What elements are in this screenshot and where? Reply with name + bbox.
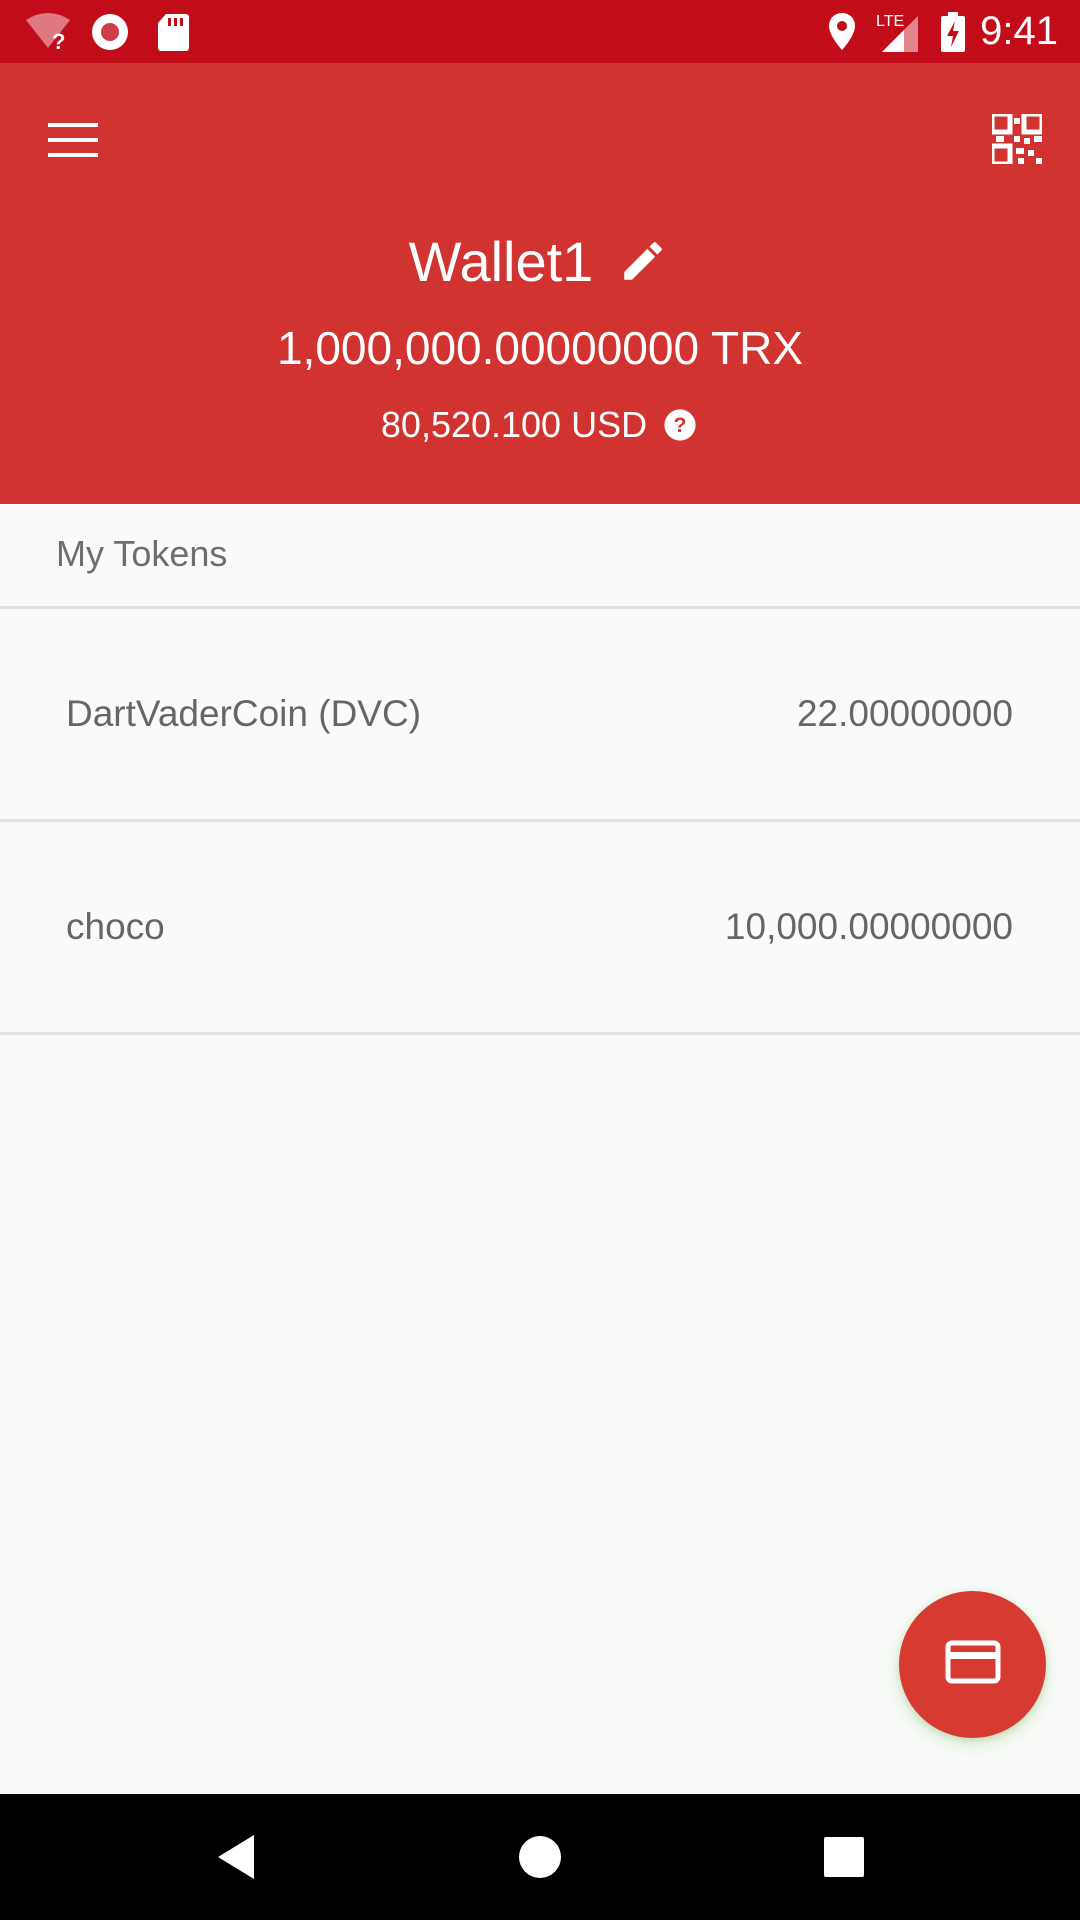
record-icon — [90, 0, 130, 63]
system-nav-bar — [0, 1794, 1080, 1920]
home-button[interactable] — [490, 1794, 590, 1920]
wallet-name: Wallet1 — [408, 229, 594, 293]
status-time: 9:41 — [980, 9, 1058, 53]
location-icon — [828, 0, 856, 63]
recents-button[interactable] — [794, 1794, 894, 1920]
recents-icon — [824, 1837, 864, 1877]
card-fab-button[interactable] — [899, 1591, 1046, 1738]
back-icon — [218, 1835, 254, 1879]
divider — [0, 1032, 1080, 1035]
edit-wallet-name-button[interactable] — [615, 233, 671, 289]
my-tokens-label: My Tokens — [56, 533, 228, 574]
usd-balance-row: 80,520.100 USD ? — [0, 400, 1080, 450]
sd-card-icon — [156, 0, 190, 63]
token-name: choco — [66, 906, 165, 947]
wallet-screen: ? LTE 9:41 Wallet1 1,000,000.00000000 TR… — [0, 0, 1080, 1920]
back-button[interactable] — [186, 1794, 286, 1920]
token-row[interactable]: choco 10,000.00000000 — [0, 822, 1080, 1032]
qr-code-button[interactable] — [984, 108, 1050, 174]
card-icon — [945, 1640, 1001, 1689]
menu-button[interactable] — [40, 109, 106, 175]
battery-charging-icon — [940, 0, 966, 63]
token-row[interactable]: DartVaderCoin (DVC) 22.00000000 — [0, 609, 1080, 819]
usd-balance: 80,520.100 USD — [380, 404, 648, 445]
menu-icon — [48, 121, 98, 164]
wallet-header: Wallet1 1,000,000.00000000 TRX 80,520.10… — [0, 63, 1080, 504]
status-bar: ? LTE 9:41 — [0, 0, 1080, 63]
token-amount: 22.00000000 — [796, 693, 1013, 734]
wallet-title-row: Wallet1 — [0, 221, 1080, 301]
edit-icon — [624, 242, 663, 280]
token-name: DartVaderCoin (DVC) — [66, 693, 422, 734]
signal-icon: LTE — [874, 0, 922, 63]
token-amount: 10,000.00000000 — [724, 906, 1013, 947]
home-icon — [519, 1836, 561, 1878]
help-icon[interactable]: ? — [663, 407, 699, 443]
svg-text:LTE: LTE — [876, 13, 904, 30]
svg-text:?: ? — [52, 29, 65, 52]
svg-text:?: ? — [674, 413, 687, 437]
wifi-question-icon: ? — [24, 0, 72, 63]
qr-code-icon — [989, 111, 1045, 169]
trx-balance: 1,000,000.00000000 TRX — [276, 322, 804, 374]
